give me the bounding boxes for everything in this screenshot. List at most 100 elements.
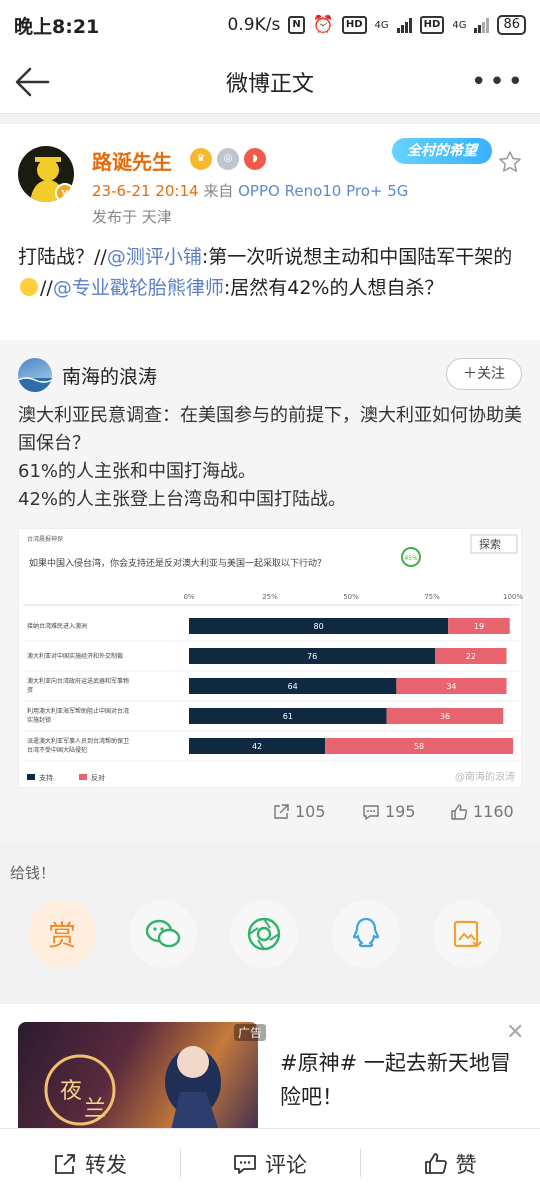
chart-badge-label: 45% [404, 555, 418, 562]
post-location: 发布于 天津 [92, 208, 172, 226]
mention-link-2[interactable]: @专业戳轮胎熊律师 [53, 277, 224, 299]
hd-icon: HD [341, 16, 367, 34]
game-art-icon: 夜 兰 [44, 1046, 221, 1128]
retweet-author-name[interactable]: 南海的浪涛 [62, 362, 157, 389]
post-text: 打陆战？//@测评小铺:第一次听说想主动和中国陆军干架的 //@专业戳轮胎熊律师:… [18, 242, 524, 304]
comment-icon [234, 1155, 256, 1174]
category-label: 澳大利亚对中国实施经济和外交制裁 [27, 652, 123, 660]
network-type-2: 4G [452, 19, 467, 31]
thumbs-up-icon [424, 1153, 447, 1174]
share-icon [55, 1154, 75, 1174]
retweet-text: 澳大利亚民意调查：在美国参与的前提下，澳大利亚如何协助美国保台？ 61%的人主张… [18, 402, 524, 514]
post-text-4: :居然有42%的人想自杀？ [223, 277, 444, 299]
status-bar: 晚上8:21 0.9K/s N ⏰ HD 4G HD 4G 86 [0, 0, 540, 50]
status-time: 晚上8:21 [14, 15, 100, 38]
reward-label: 赏 [47, 919, 76, 952]
retweet-author-avatar[interactable] [18, 358, 52, 392]
more-options-icon[interactable]: ••• [471, 69, 526, 95]
legend-label: 反对 [91, 773, 105, 782]
bar-value-label: 80 [314, 622, 324, 631]
bar-value-label: 61 [283, 712, 293, 721]
fish-medal-icon: ◗ [244, 148, 266, 170]
retweet-line-3: 42%的人主张登上台湾岛和中国打陆战。 [18, 489, 347, 510]
survey-chart: 台湾晨报神探如果中国入侵台湾，你会支持还是反对澳大利亚与美国一起采取以下行动？ 4… [23, 534, 523, 783]
verified-badge-icon: v [55, 183, 74, 202]
tip-label: 给钱！ [10, 864, 56, 882]
source-prefix: 来自 [203, 182, 234, 200]
nfc-icon: N [288, 16, 305, 34]
wechat-icon [145, 919, 181, 948]
qq-share-button[interactable] [332, 900, 400, 968]
thumbs-up-icon [451, 803, 468, 820]
retweet-actions: 105 195 1160 [0, 802, 540, 832]
share-icon [274, 803, 289, 819]
alarm-icon: ⏰ [312, 15, 334, 35]
ad-close-icon[interactable]: ✕ [506, 1020, 524, 1045]
svg-text:兰: 兰 [84, 1097, 106, 1122]
bar-value-label: 64 [288, 682, 298, 691]
author-name[interactable]: 路诞先生 [92, 146, 172, 175]
post-text-1: 打陆战？// [18, 246, 107, 268]
ad-text[interactable]: #原神# 一起去新天地冒险吧！ [280, 1046, 520, 1114]
emoji-icon [20, 278, 38, 296]
network-type-1: 4G [374, 19, 389, 31]
bar-value-label: 42 [252, 742, 262, 751]
post-time: 23-6-21 20:14 [92, 182, 199, 200]
bar-value-label: 58 [414, 742, 424, 751]
mention-link-1[interactable]: @测评小铺 [107, 246, 202, 268]
back-arrow-icon[interactable] [14, 66, 50, 98]
like-button[interactable]: 赞 [360, 1129, 540, 1199]
ad-image[interactable]: 夜 兰 [18, 1022, 258, 1128]
ad-card[interactable]: 夜 兰 广告 ✕ #原神# 一起去新天地冒险吧！ [0, 1004, 540, 1128]
retweeted-post[interactable]: 南海的浪涛 ＋关注 澳大利亚民意调查：在美国参与的前提下，澳大利亚如何协助美国保… [0, 340, 540, 842]
author-medals: ♛ ◎ ◗ [190, 148, 266, 170]
bottom-action-bar: 转发 评论 赞 [0, 1128, 540, 1199]
page-title: 微博正文 [225, 71, 314, 97]
status-icons: 0.9K/s N ⏰ HD 4G HD 4G 86 [228, 15, 526, 35]
signal-icon [396, 17, 412, 33]
repost-button[interactable]: 转发 [0, 1129, 180, 1199]
moments-icon [247, 917, 281, 951]
reward-button[interactable]: 赏 [28, 900, 96, 968]
follow-button[interactable]: ＋关注 [446, 358, 522, 390]
hd-icon-2: HD [419, 16, 445, 34]
bar-value-label: 22 [466, 652, 476, 661]
battery-icon: 86 [497, 15, 526, 35]
retweet-repost-button[interactable]: 105 [272, 802, 326, 821]
bar-value-label: 34 [446, 682, 456, 691]
legend-label: 支持 [39, 773, 53, 782]
bar-value-label: 36 [440, 712, 450, 721]
topic-badge[interactable]: 全村的希望 [392, 138, 492, 164]
bar-value-label: 76 [307, 652, 317, 661]
comment-icon [363, 804, 379, 820]
signal-icon-2 [474, 17, 490, 33]
category-label: 澳大利亚向台湾政府运送武器和军事物 [27, 677, 129, 685]
device-link[interactable]: OPPO Reno10 Pro+ 5G [238, 182, 408, 200]
chart-search-label: 探索 [479, 537, 501, 551]
nav-bar: 微博正文 ••• [0, 50, 540, 114]
retweet-like-button[interactable]: 1160 [450, 802, 514, 821]
x-tick-label: 100% [503, 593, 523, 601]
x-tick-label: 25% [262, 593, 278, 601]
x-tick-label: 75% [424, 593, 440, 601]
save-image-button[interactable] [433, 900, 501, 968]
category-label: 实施封锁 [27, 716, 51, 724]
moments-share-button[interactable] [230, 900, 298, 968]
save-image-icon [453, 920, 482, 948]
network-speed: 0.9K/s [227, 15, 281, 35]
survey-chart-image[interactable]: 台湾晨报神探 如果中国入侵台湾，你会支持还是反对澳大利亚与美国一起采取以下行动？ 4… [18, 528, 523, 788]
retweet-comment-button[interactable]: 195 [362, 802, 416, 821]
author-avatar[interactable]: v [18, 146, 74, 202]
favorite-star-icon[interactable] [498, 150, 522, 174]
seascape-avatar-icon [18, 377, 52, 392]
like-count: 1160 [473, 802, 514, 821]
weibo-post: v 路诞先生 ♛ ◎ ◗ 全村的希望 23-6-21 20:14 来自 OPPO… [0, 124, 540, 842]
wechat-share-button[interactable] [129, 900, 197, 968]
chart-title: 如果中国入侵台湾，你会支持还是反对澳大利亚与美国一起采取以下行动？ [29, 557, 326, 569]
chart-watermark: @南海的浪涛 [455, 770, 515, 783]
bar-value-label: 19 [474, 622, 484, 631]
comment-button[interactable]: 评论 [180, 1129, 360, 1199]
comment-count: 195 [385, 802, 416, 821]
repost-count: 105 [295, 802, 326, 821]
legend-swatch [79, 774, 87, 780]
